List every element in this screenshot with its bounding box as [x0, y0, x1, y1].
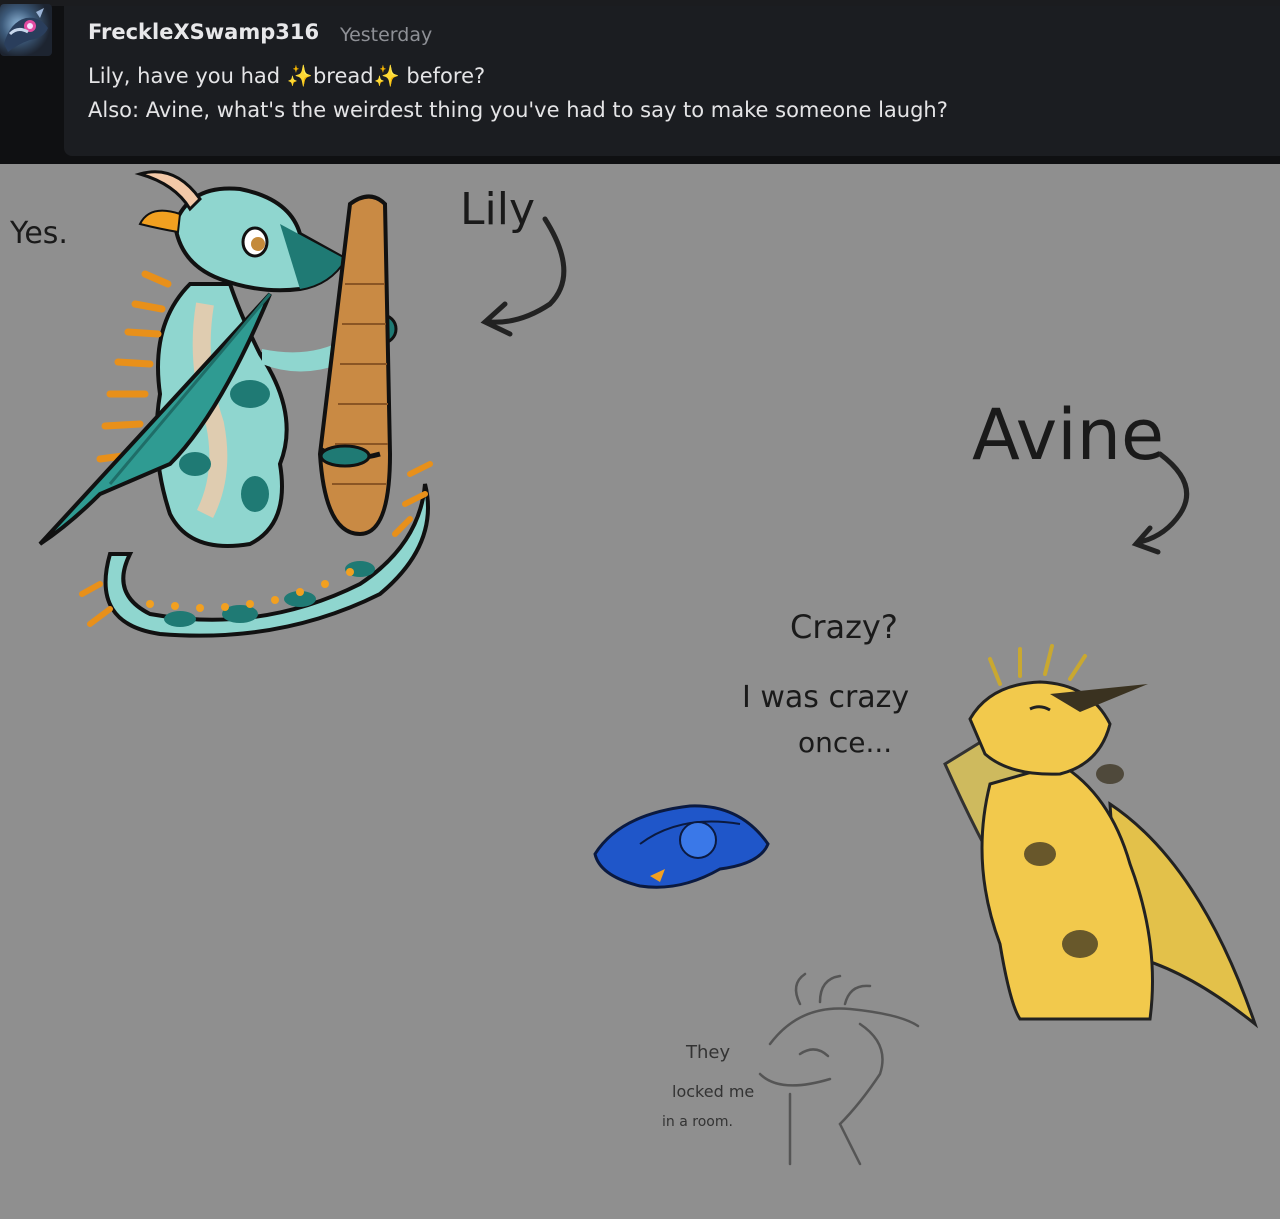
- crazy-line-1: Crazy?: [790, 608, 898, 646]
- blue-dragon-illustration: [593, 804, 770, 889]
- locked-line-1: They: [686, 1042, 731, 1063]
- message-bread: bread: [312, 64, 374, 88]
- sparkle-icon: ✨: [373, 64, 400, 88]
- message-line-1: Lily, have you had ✨bread✨ before?: [88, 64, 485, 89]
- timestamp: Yesterday: [340, 24, 433, 46]
- lily-arrow-icon: [480, 216, 567, 337]
- drawing-canvas: Yes. Lily Avine Crazy? I was crazy once.…: [0, 164, 1280, 1219]
- yes-caption: Yes.: [10, 216, 68, 251]
- sparkle-icon: ✨: [286, 64, 313, 88]
- message-text-c: before?: [399, 64, 486, 88]
- locked-line-3: in a room.: [662, 1114, 733, 1130]
- message-header: FreckleXSwamp316 Yesterday Lily, have yo…: [0, 0, 1280, 164]
- avine-label: Avine: [972, 394, 1165, 476]
- username[interactable]: FreckleXSwamp316: [88, 20, 319, 44]
- lily-label: Lily: [460, 184, 536, 235]
- crazy-line-2: I was crazy: [742, 680, 910, 715]
- lily-dragon-illustration: [38, 170, 433, 638]
- crazy-line-3: once...: [798, 726, 893, 759]
- sketch-dragon-illustration: [758, 972, 920, 1166]
- message-text-a: Lily, have you had: [88, 64, 287, 88]
- user-avatar[interactable]: [0, 4, 52, 56]
- avine-dragon-illustration: [943, 644, 1259, 1029]
- message-line-2: Also: Avine, what's the weirdest thing y…: [88, 98, 948, 122]
- locked-line-2: locked me: [672, 1082, 755, 1101]
